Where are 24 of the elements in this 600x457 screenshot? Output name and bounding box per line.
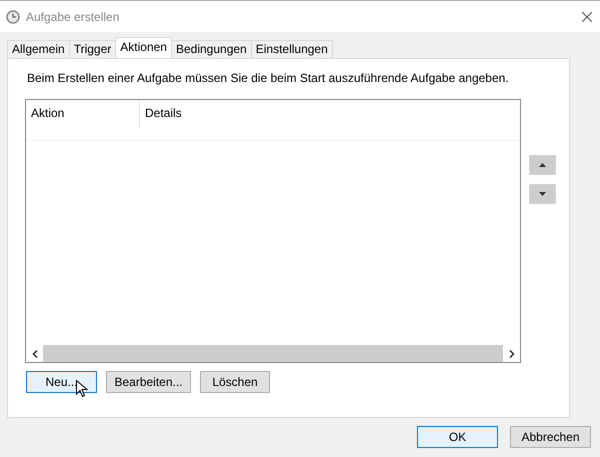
scroll-right-icon[interactable] — [508, 350, 514, 358]
clock-icon — [6, 10, 20, 24]
push-button[interactable]: Neu... — [26, 371, 97, 393]
tab[interactable]: Einstellungen — [250, 40, 333, 58]
push-button[interactable]: Abbrechen — [510, 426, 591, 448]
column-header[interactable]: Aktion — [26, 100, 140, 128]
push-button[interactable]: Bearbeiten... — [106, 371, 191, 393]
tab[interactable]: Bedingungen — [170, 40, 252, 58]
push-button[interactable]: Löschen — [200, 371, 270, 393]
mouse-pointer-icon — [76, 380, 88, 398]
scroll-left-icon[interactable] — [32, 350, 38, 358]
window-title: Aufgabe erstellen — [26, 10, 120, 24]
caret-up-icon — [539, 163, 546, 167]
instruction-text: Beim Erstellen einer Aufgabe müssen Sie die beim Start auszuführende Aufgabe angeben. — [27, 71, 510, 85]
tab[interactable]: Trigger — [68, 40, 116, 58]
caret-down-icon — [539, 192, 546, 196]
column-header[interactable]: Details — [140, 100, 520, 128]
action-list[interactable]: Aktion Details — [25, 99, 521, 363]
tab[interactable]: Allgemein — [7, 40, 70, 58]
close-icon[interactable] — [582, 12, 592, 22]
move-up-button[interactable] — [529, 155, 556, 175]
push-button[interactable]: OK — [417, 426, 498, 448]
move-down-button[interactable] — [529, 184, 556, 204]
tab[interactable]: Aktionen — [115, 37, 172, 58]
